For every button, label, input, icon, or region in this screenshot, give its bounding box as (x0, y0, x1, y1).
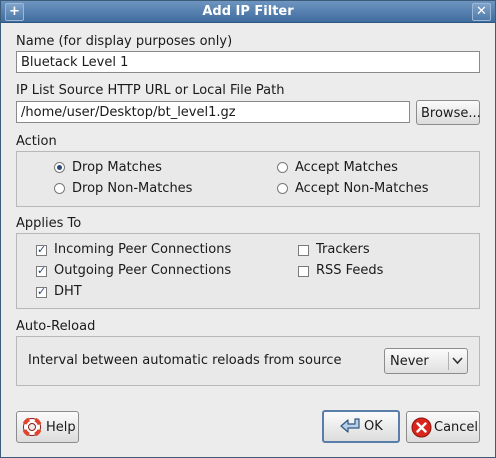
checkbox-dht-label[interactable]: DHT (54, 284, 82, 299)
radio-drop-non-matches-label[interactable]: Drop Non-Matches (72, 181, 192, 196)
checkbox-incoming-peer-label[interactable]: Incoming Peer Connections (54, 242, 231, 257)
checkbox-trackers[interactable] (298, 245, 309, 256)
radio-accept-non-matches-label[interactable]: Accept Non-Matches (295, 181, 429, 196)
checkbox-outgoing-peer[interactable] (36, 264, 47, 277)
lifebuoy-icon (22, 417, 42, 437)
name-input[interactable]: Bluetack Level 1 (16, 51, 480, 73)
cancel-icon (411, 417, 432, 438)
browse-button-label: Browse... (421, 106, 481, 121)
interval-combo-value: Never (390, 354, 429, 369)
name-label: Name (for display purposes only) (16, 34, 233, 49)
interval-label: Interval between automatic reloads from … (28, 353, 342, 368)
checkbox-outgoing-peer-label[interactable]: Outgoing Peer Connections (54, 263, 231, 278)
radio-drop-non-matches[interactable] (54, 183, 65, 194)
combo-separator (448, 352, 449, 370)
action-section-label: Action (16, 134, 57, 149)
cancel-button-label: Cancel (434, 420, 479, 435)
help-button-label: Help (46, 420, 76, 435)
radio-drop-matches-label[interactable]: Drop Matches (72, 160, 162, 175)
help-button[interactable]: Help (16, 411, 79, 443)
interval-combo[interactable]: Never (384, 348, 468, 374)
title-bar[interactable]: + Add IP Filter ✕ (1, 1, 495, 23)
ok-button-label: OK (364, 419, 383, 434)
checkbox-incoming-peer[interactable] (36, 243, 47, 256)
checkbox-rss-feeds[interactable] (298, 266, 309, 277)
source-input[interactable]: /home/user/Desktop/bt_level1.gz (16, 101, 410, 123)
checkbox-trackers-label[interactable]: Trackers (316, 242, 370, 257)
radio-accept-matches-label[interactable]: Accept Matches (295, 160, 398, 175)
applies-to-section-label: Applies To (16, 216, 82, 231)
source-label: IP List Source HTTP URL or Local File Pa… (16, 83, 285, 98)
cancel-button[interactable]: Cancel (406, 411, 480, 443)
browse-button[interactable]: Browse... (416, 100, 481, 125)
radio-accept-matches[interactable] (277, 162, 288, 173)
add-ip-filter-dialog: + Add IP Filter ✕ Name (for display purp… (0, 0, 496, 458)
checkbox-dht[interactable] (36, 285, 47, 298)
close-icon[interactable]: ✕ (472, 3, 491, 21)
chevron-down-icon (452, 357, 463, 365)
window-title: Add IP Filter (202, 4, 294, 19)
ok-button[interactable]: OK (322, 410, 400, 443)
checkbox-rss-feeds-label[interactable]: RSS Feeds (316, 263, 383, 278)
radio-drop-matches[interactable] (54, 162, 65, 173)
enter-arrow-icon (340, 418, 360, 433)
auto-reload-section-label: Auto-Reload (16, 319, 96, 334)
radio-accept-non-matches[interactable] (277, 183, 288, 194)
